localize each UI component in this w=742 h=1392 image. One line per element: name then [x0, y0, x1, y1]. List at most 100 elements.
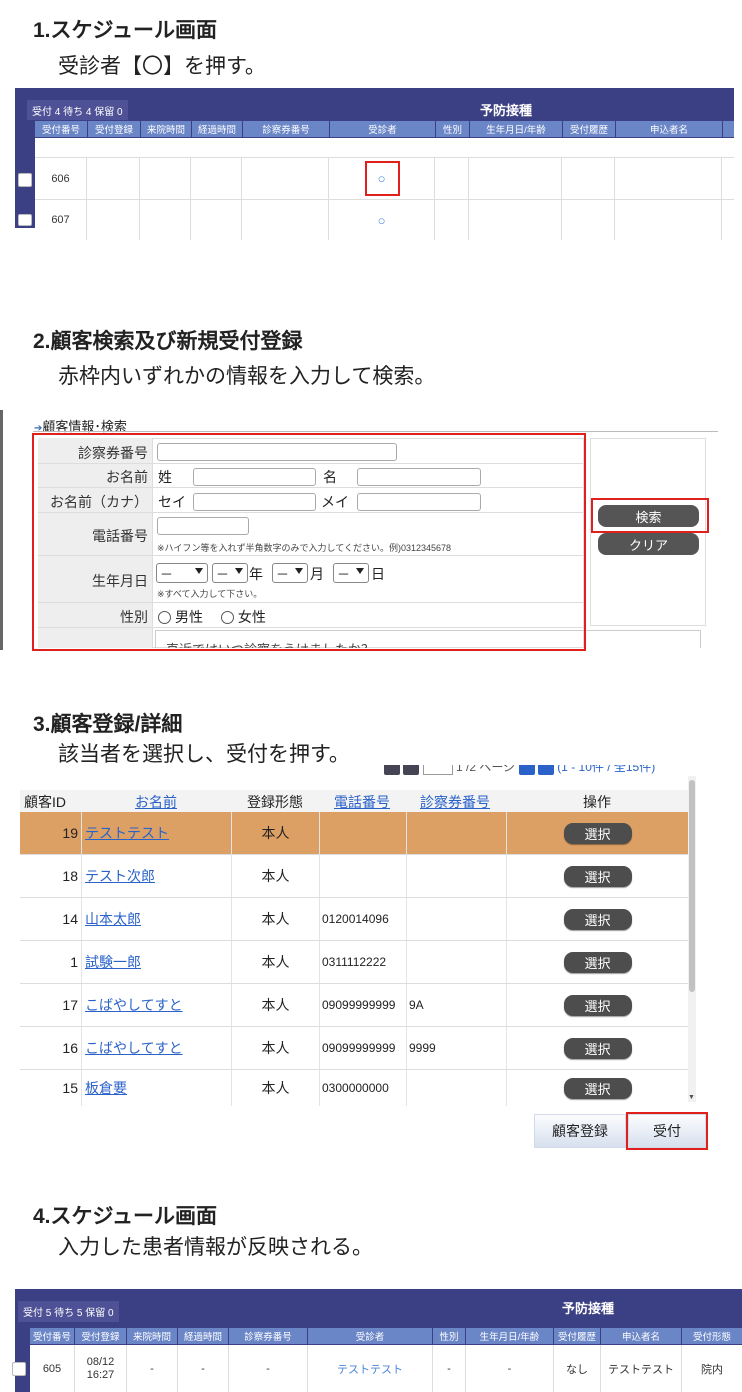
reception-form: 院内	[701, 1363, 723, 1376]
reception-history: なし	[554, 1345, 601, 1392]
customer-name[interactable]: こばやしてすと	[85, 995, 183, 1015]
cell	[140, 158, 191, 199]
customer-name-link[interactable]: こばやしてすと	[82, 1027, 232, 1069]
table-row[interactable]: 19 テストテスト 本人 選択	[20, 812, 688, 855]
radio-icon	[158, 611, 171, 624]
col-header: 受付履歴	[554, 1328, 600, 1344]
customer-name-link[interactable]: 試験一郎	[82, 941, 232, 983]
step4-heading: 4.スケジュール画面	[33, 1205, 218, 1228]
gender-label: 性別	[120, 609, 148, 625]
last-name-input[interactable]	[193, 468, 316, 486]
chevron-down-icon	[195, 568, 203, 574]
row-checkbox[interactable]	[18, 214, 32, 226]
customer-id: 19	[20, 812, 82, 854]
phone-number	[320, 812, 407, 854]
table-row[interactable]: 607 ○	[35, 200, 734, 240]
action-cell: 選択	[507, 898, 688, 940]
customer-name-link[interactable]: テストテスト	[82, 812, 232, 854]
last-page-icon[interactable]	[537, 765, 554, 775]
male-radio[interactable]: 男性	[158, 609, 203, 625]
phone-note: ※ハイフン等を入れず半角数字のみで入力してください。例)0312345678	[157, 543, 452, 553]
patient-circle-button[interactable]: ○	[329, 158, 435, 199]
col-header-phone[interactable]: 電話番号	[334, 792, 390, 812]
birth-year-sub-select[interactable]: －	[212, 563, 248, 583]
arrival-time: -	[127, 1345, 178, 1392]
last-name-kana-input[interactable]	[193, 493, 316, 511]
table-row[interactable]: 606 ○	[35, 158, 734, 200]
select-button[interactable]: 選択	[563, 994, 632, 1016]
select-button[interactable]: 選択	[563, 1037, 632, 1059]
patient-name-link[interactable]: テストテスト	[308, 1345, 433, 1392]
col-header-name[interactable]: お名前	[135, 792, 177, 812]
page-input[interactable]	[422, 765, 453, 775]
select-button[interactable]: 選択	[563, 951, 632, 973]
customer-register-button[interactable]: 顧客登録	[534, 1114, 626, 1148]
select-button[interactable]: 選択	[563, 908, 632, 930]
col-header-id: 顧客ID	[24, 794, 66, 810]
divider	[33, 431, 718, 432]
col-header: 受付形態	[682, 1328, 742, 1344]
customer-name[interactable]: 板倉要	[85, 1078, 127, 1098]
next-page-icon[interactable]	[518, 765, 535, 775]
col-header-card[interactable]: 診察券番号	[420, 792, 490, 812]
step1-heading: 1.スケジュール画面	[33, 19, 218, 42]
scroll-down-icon[interactable]: ▼	[688, 1094, 695, 1101]
table-row[interactable]: 16 こばやしてすと 本人 09099999999 9999 選択	[20, 1027, 688, 1070]
card-number: 9999	[407, 1027, 507, 1069]
customer-name[interactable]: テストテスト	[85, 823, 169, 843]
step2-description: 赤枠内いずれかの情報を入力して検索。	[58, 365, 436, 388]
elapsed-time: -	[178, 1345, 229, 1392]
customer-name[interactable]: 試験一郎	[85, 952, 141, 972]
table-row[interactable]: 17 こばやしてすと 本人 09099999999 9A 選択	[20, 984, 688, 1027]
phone-number: 0300000000	[320, 1070, 407, 1106]
select-button[interactable]: 選択	[563, 822, 632, 844]
search-button[interactable]: 検索	[598, 505, 699, 527]
visit-question: 直近ではいつ診察をうけましたか？	[166, 639, 374, 648]
clear-button[interactable]: クリア	[598, 533, 699, 555]
patient-circle-button[interactable]: ○	[329, 200, 435, 240]
customer-name-link[interactable]: 山本太郎	[82, 898, 232, 940]
table-row[interactable]: 1 試験一郎 本人 0311112222 選択	[20, 941, 688, 984]
scrollbar-thumb[interactable]	[689, 780, 695, 992]
first-name-kana-input[interactable]	[357, 493, 481, 511]
customer-name[interactable]: テスト次郎	[85, 866, 155, 886]
reception-button[interactable]: 受付	[628, 1114, 706, 1148]
table-row[interactable]: 605 08/12 16:27 - - - テストテスト - - なし テストテ…	[30, 1345, 742, 1392]
phone-input[interactable]	[157, 517, 249, 535]
select-button[interactable]: 選択	[563, 1077, 632, 1099]
reception-number: 606	[35, 158, 87, 199]
row-checkbox[interactable]	[18, 173, 32, 187]
registration-type: 本人	[232, 898, 320, 940]
prev-page-icon[interactable]	[403, 765, 420, 775]
col-header: 受付番号	[30, 1328, 74, 1344]
customer-name[interactable]: 山本太郎	[85, 909, 141, 929]
chevron-down-icon	[356, 568, 364, 574]
female-radio[interactable]: 女性	[220, 609, 266, 625]
customer-id: 1	[20, 941, 82, 983]
scrollbar-track[interactable]	[688, 776, 696, 1102]
customer-name[interactable]: こばやしてすと	[85, 1038, 183, 1058]
female-label: 女性	[237, 609, 266, 625]
divider	[38, 555, 584, 556]
schedule-rows: 605 08/12 16:27 - - - テストテスト - - なし テストテ…	[30, 1345, 742, 1392]
row-checkbox[interactable]	[12, 1362, 26, 1376]
applicant-name: テストテスト	[601, 1345, 682, 1392]
card-number	[407, 1070, 507, 1106]
customer-name-link[interactable]: こばやしてすと	[82, 984, 232, 1026]
col-header: 生年月日/年齢	[470, 121, 562, 137]
first-name-input[interactable]	[357, 468, 481, 486]
customer-name-link[interactable]: テスト次郎	[82, 855, 232, 897]
birth-year-select[interactable]: －	[156, 563, 208, 583]
birth-day-select[interactable]: －	[333, 563, 369, 583]
birthday-note: ※すべて入力して下さい。	[157, 589, 263, 599]
select-value: －	[216, 566, 230, 582]
col-header: 来院時間	[127, 1328, 177, 1344]
customer-name-link[interactable]: 板倉要	[82, 1070, 232, 1106]
table-row[interactable]: 18 テスト次郎 本人 選択	[20, 855, 688, 898]
table-row[interactable]: 14 山本太郎 本人 0120014096 選択	[20, 898, 688, 941]
first-page-icon[interactable]	[384, 765, 400, 775]
card-number-input[interactable]	[157, 443, 397, 461]
birth-month-select[interactable]: －	[272, 563, 308, 583]
table-row[interactable]: 15 板倉要 本人 0300000000 選択	[20, 1070, 688, 1106]
select-button[interactable]: 選択	[563, 865, 632, 887]
